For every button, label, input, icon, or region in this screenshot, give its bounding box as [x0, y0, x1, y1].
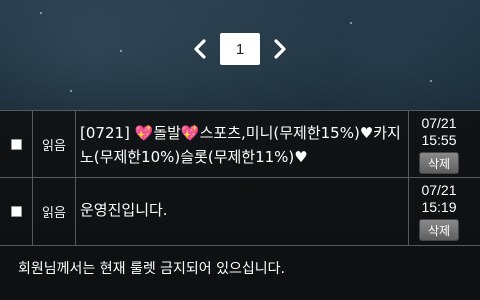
roulette-ban-notice: 회원님께서는 현재 룰렛 금지되어 있으십니다.	[18, 261, 285, 277]
row-status-cell: 읽음	[33, 111, 76, 177]
read-status: 읽음	[42, 206, 66, 221]
delete-button[interactable]: 삭제	[419, 152, 459, 174]
message-time: 15:55	[421, 132, 457, 148]
prev-page-button[interactable]	[180, 33, 220, 65]
row-check-cell	[0, 178, 33, 245]
row-title-cell[interactable]: [0721] 💖돌발💖스포츠,미니(무제한15%)♥카지노(무제한10%)슬롯(…	[76, 111, 409, 177]
message-board: 읽음 [0721] 💖돌발💖스포츠,미니(무제한15%)♥카지노(무제한10%)…	[0, 110, 480, 300]
message-date: 07/21	[421, 182, 457, 198]
row-check-cell	[0, 111, 33, 177]
delete-button[interactable]: 삭제	[419, 219, 459, 241]
row-title-cell[interactable]: 운영진입니다.	[76, 178, 409, 245]
message-row[interactable]: 읽음 운영진입니다. 07/21 15:19 삭제	[0, 178, 480, 246]
read-status: 읽음	[42, 138, 66, 154]
pagination: 1	[0, 33, 480, 65]
next-page-button[interactable]	[260, 33, 300, 65]
background-star	[40, 12, 42, 14]
message-title[interactable]: 운영진입니다.	[80, 198, 404, 222]
row-date-cell: 07/21 15:55 삭제	[409, 111, 469, 177]
current-page-number[interactable]: 1	[220, 33, 260, 65]
message-date: 07/21	[421, 115, 457, 131]
chevron-left-icon	[194, 39, 206, 59]
background-star	[70, 90, 72, 92]
background-star	[430, 80, 432, 82]
row-checkbox[interactable]	[10, 206, 22, 217]
row-status-cell: 읽음	[33, 178, 76, 245]
chevron-right-icon	[274, 39, 286, 59]
message-time: 15:19	[421, 199, 457, 215]
message-title[interactable]: [0721] 💖돌발💖스포츠,미니(무제한15%)♥카지노(무제한10%)슬롯(…	[80, 121, 404, 169]
row-date-cell: 07/21 15:19 삭제	[409, 178, 469, 245]
row-checkbox[interactable]	[10, 138, 22, 150]
message-row[interactable]: 읽음 [0721] 💖돌발💖스포츠,미니(무제한15%)♥카지노(무제한10%)…	[0, 110, 480, 178]
background-star	[350, 22, 352, 24]
